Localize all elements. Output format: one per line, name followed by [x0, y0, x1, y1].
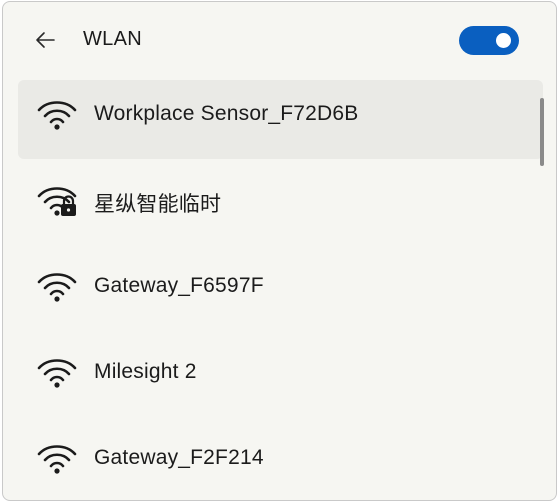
wifi-icon — [35, 354, 79, 390]
network-name: Milesight 2 — [94, 360, 197, 383]
wlan-toggle[interactable] — [459, 26, 519, 55]
network-item[interactable]: Workplace Sensor_F72D6B — [18, 80, 543, 159]
network-item[interactable]: 星纵智能临时 — [18, 166, 543, 245]
network-name: 星纵智能临时 — [94, 193, 222, 216]
network-name: Gateway_F6597F — [94, 274, 264, 297]
toggle-knob — [496, 33, 511, 48]
lock-icon — [61, 195, 76, 216]
back-button[interactable] — [31, 26, 59, 54]
scrollbar[interactable] — [540, 98, 544, 166]
wifi-secured-icon — [35, 182, 79, 218]
wlan-header: WLAN — [3, 2, 556, 78]
network-item[interactable]: Gateway_F6597F — [18, 252, 543, 331]
network-item[interactable]: Gateway_F2F214 — [18, 424, 543, 500]
page-title: WLAN — [83, 28, 142, 50]
wifi-icon — [35, 96, 79, 132]
network-name: Gateway_F2F214 — [94, 446, 264, 469]
back-arrow-icon — [36, 32, 55, 48]
wlan-flyout: WLAN Workplace Sensor_F72D6B 星纵智能临时 Gatewa… — [2, 1, 557, 501]
wifi-icon — [35, 268, 79, 304]
network-item[interactable]: Milesight 2 — [18, 338, 543, 417]
network-name: Workplace Sensor_F72D6B — [94, 102, 359, 125]
wifi-icon — [35, 440, 79, 476]
